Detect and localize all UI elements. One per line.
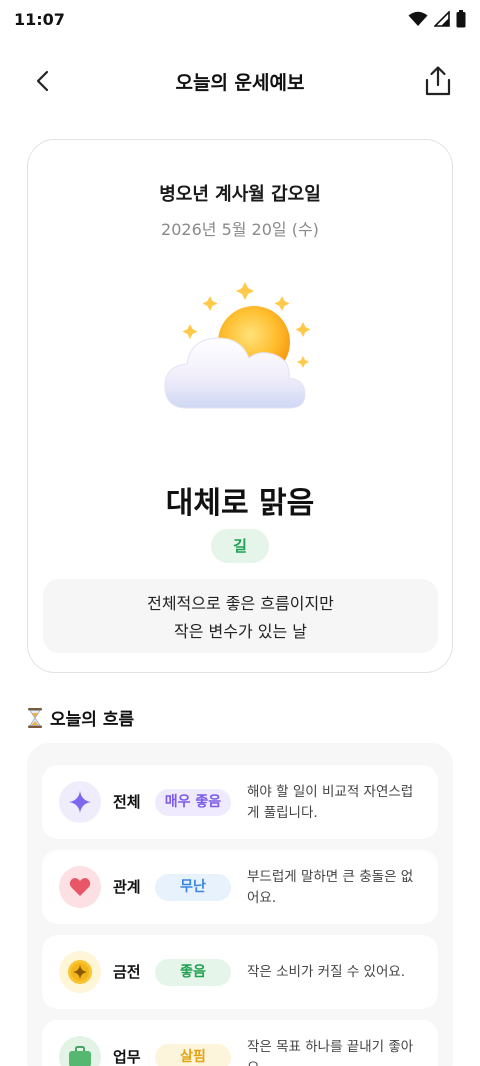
hourglass-icon xyxy=(28,707,42,728)
sparkle-icon xyxy=(59,781,101,823)
battery-icon xyxy=(456,10,466,28)
share-button[interactable] xyxy=(420,62,456,100)
wifi-icon xyxy=(408,11,428,26)
status-badge: 살핌 xyxy=(155,1044,231,1066)
summary-line-1: 전체적으로 좋은 흐름이지만 xyxy=(147,594,334,613)
share-icon xyxy=(425,66,451,96)
flow-item-name: 관계 xyxy=(113,878,141,896)
flow-item-relationship[interactable]: 관계 무난 부드럽게 말하면 큰 충돌은 없어요. xyxy=(42,850,438,924)
status-badge: 좋음 xyxy=(155,959,231,986)
flow-section-title: 오늘의 흐름 xyxy=(28,705,134,730)
solar-date: 2026년 5월 20일 (수) xyxy=(161,220,319,239)
status-badge: 무난 xyxy=(155,874,231,901)
briefcase-icon xyxy=(59,1036,101,1066)
coin-icon xyxy=(59,951,101,993)
flow-item-name: 금전 xyxy=(113,963,141,981)
flow-item-desc: 해야 할 일이 비교적 자연스럽게 풀립니다. xyxy=(247,784,414,821)
sun-behind-cloud-icon xyxy=(164,282,311,409)
grade-badge: 길 xyxy=(211,529,269,563)
summary-line-2: 작은 변수가 있는 날 xyxy=(173,622,308,641)
flow-panel: 전체 매우 좋음 해야 할 일이 비교적 자연스럽게 풀립니다. 관계 무난 부… xyxy=(27,743,453,1066)
flow-item-name: 업무 xyxy=(113,1048,141,1066)
status-icons xyxy=(408,10,466,28)
fortune-card: 병오년 계사월 갑오일 2026년 5월 20일 (수) 대체로 맑음 길 전체… xyxy=(27,139,453,673)
flow-item-desc: 부드럽게 말하면 큰 충돌은 없어요. xyxy=(247,869,414,906)
app-header: 오늘의 운세예보 xyxy=(0,50,480,110)
flow-item-desc: 작은 소비가 커질 수 있어요. xyxy=(247,964,406,980)
flow-item-money[interactable]: 금전 좋음 작은 소비가 커질 수 있어요. xyxy=(42,935,438,1009)
heart-icon xyxy=(59,866,101,908)
status-badge: 매우 좋음 xyxy=(155,789,231,816)
signal-icon xyxy=(434,11,450,27)
status-time: 11:07 xyxy=(14,10,65,29)
flow-item-work[interactable]: 업무 살핌 작은 목표 하나를 끝내기 좋아요. xyxy=(42,1020,438,1066)
summary-box: 전체적으로 좋은 흐름이지만 작은 변수가 있는 날 xyxy=(43,579,438,653)
page-title: 오늘의 운세예보 xyxy=(175,72,305,94)
flow-item-name: 전체 xyxy=(113,793,141,811)
ganji-date: 병오년 계사월 갑오일 xyxy=(159,184,321,205)
flow-item-overall[interactable]: 전체 매우 좋음 해야 할 일이 비교적 자연스럽게 풀립니다. xyxy=(42,765,438,839)
flow-title: 오늘의 흐름 xyxy=(50,710,135,730)
flow-item-desc: 작은 목표 하나를 끝내기 좋아요. xyxy=(247,1039,414,1066)
status-bar: 11:07 xyxy=(0,0,480,40)
weather-label: 대체로 맑음 xyxy=(165,486,315,521)
